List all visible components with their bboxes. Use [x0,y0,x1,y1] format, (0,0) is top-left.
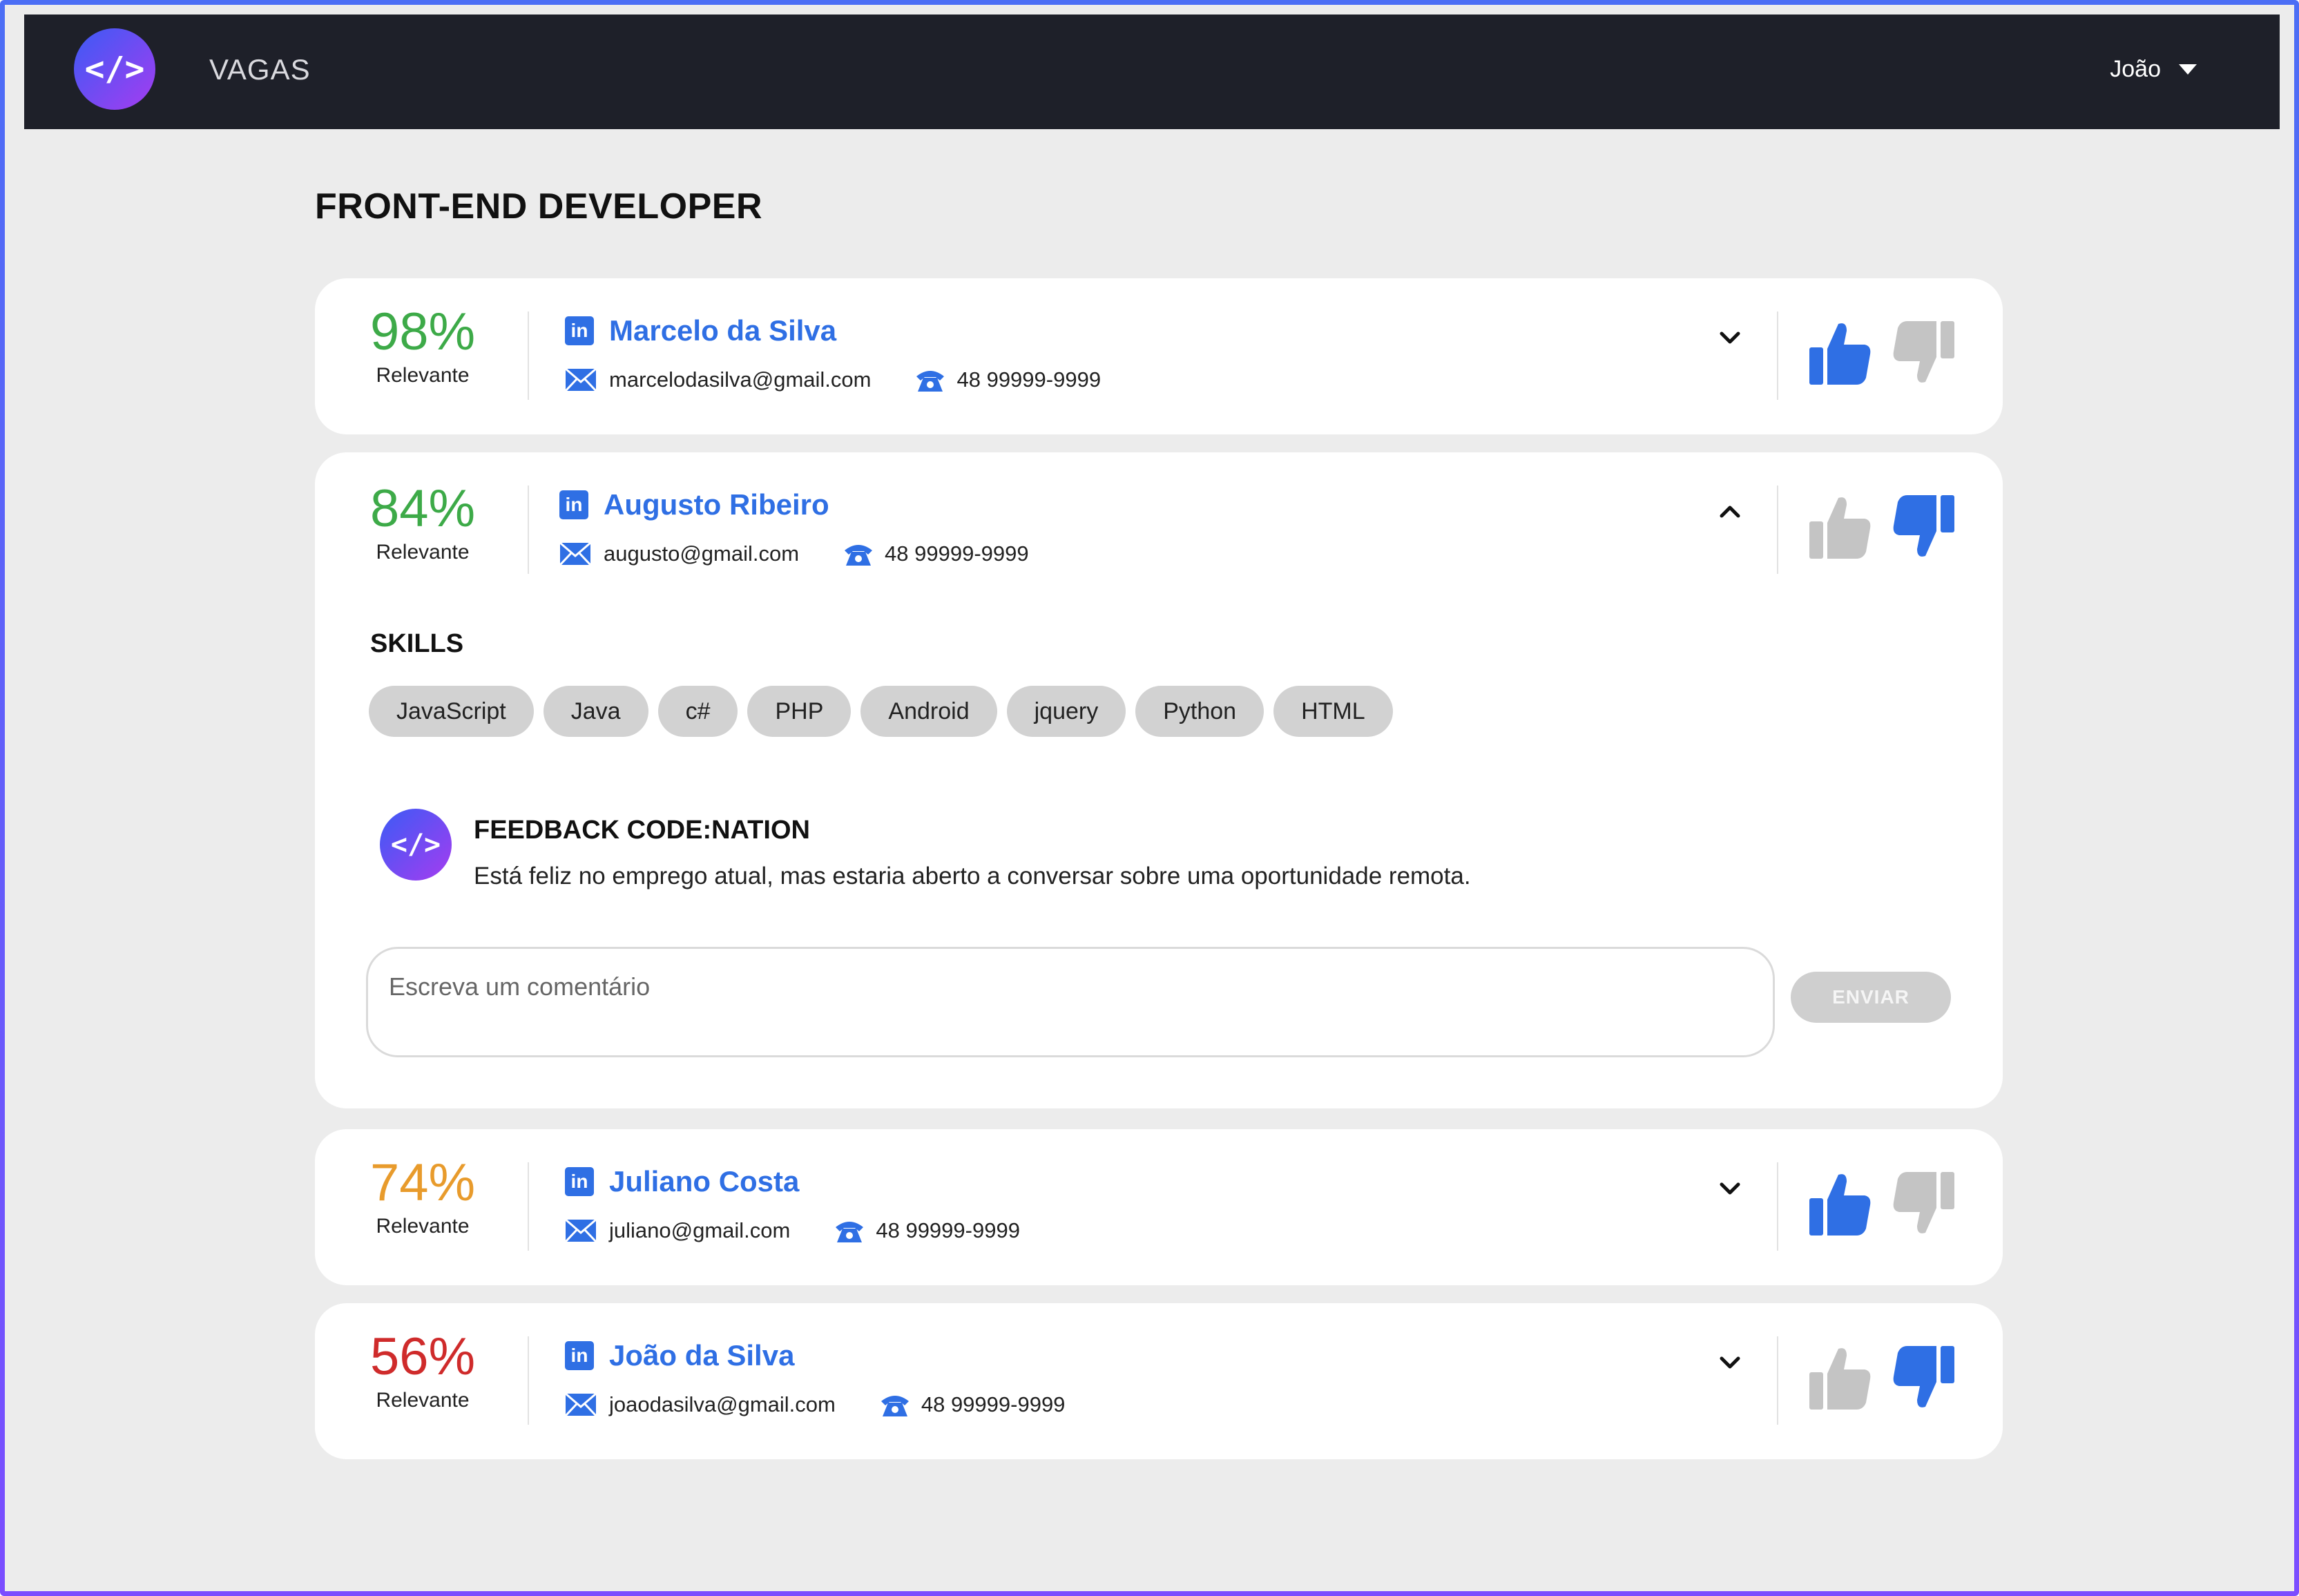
mail-icon [559,542,591,566]
mail-icon [565,1393,597,1416]
candidate-name[interactable]: Augusto Ribeiro [604,488,829,521]
divider [528,1336,529,1425]
page-title: FRONT-END DEVELOPER [315,186,762,227]
candidate-phone[interactable]: 48 99999-9999 [876,1218,1020,1243]
candidate-email[interactable]: juliano@gmail.com [609,1218,790,1243]
linkedin-icon[interactable]: in [559,490,588,519]
skill-chip: JavaScript [369,686,534,737]
divider [1777,1162,1778,1251]
codenation-logo: </> [380,809,452,881]
candidate-contacts: augusto@gmail.com 48 99999-9999 [559,541,1029,567]
candidate-email[interactable]: augusto@gmail.com [604,541,799,566]
relevance-percent: 74% [369,1153,476,1212]
relevance-score: 56% Relevante [367,1329,478,1412]
user-menu[interactable]: João [2110,56,2197,83]
thumbs-down-icon[interactable] [1892,320,1956,386]
candidate-contacts: marcelodasilva@gmail.com 48 99999-9999 [565,367,1101,393]
relevance-label: Relevante [376,1215,470,1238]
thumbs-up-icon[interactable] [1808,1345,1872,1411]
candidate-header: in João da Silva [565,1339,794,1372]
relevance-label: Relevante [376,364,470,387]
skills-title: SKILLS [370,629,464,658]
thumbs-up-icon[interactable] [1808,320,1872,386]
thumbs-down-icon[interactable] [1892,494,1956,560]
linkedin-icon[interactable]: in [565,316,594,345]
candidate-card-expanded: 84% Relevante in Augusto Ribeiro augusto… [315,452,2003,1108]
logo[interactable]: </> [74,28,155,110]
user-name: João [2110,56,2161,82]
divider [1777,485,1778,574]
phone-icon [836,1222,864,1242]
candidate-header: in Augusto Ribeiro [559,488,829,521]
candidate-phone[interactable]: 48 99999-9999 [921,1392,1066,1417]
caret-down-icon [2179,64,2197,75]
relevance-percent: 56% [369,1327,476,1386]
chevron-down-icon[interactable] [1718,325,1742,350]
thumbs-up-icon[interactable] [1808,1171,1872,1237]
thumbs-down-icon[interactable] [1892,1171,1956,1237]
app-window: </> VAGAS João FRONT-END DEVELOPER 98% R… [0,0,2299,1596]
divider [1777,311,1778,400]
relevance-score: 98% Relevante [367,305,478,387]
candidate-phone[interactable]: 48 99999-9999 [956,367,1101,392]
candidate-card: 74% Relevante in Juliano Costa juliano@g… [315,1129,2003,1285]
candidate-name[interactable]: Juliano Costa [609,1165,799,1198]
divider [1777,1336,1778,1425]
skills-list: JavaScript Java c# PHP Android jquery Python HT… [369,686,1393,737]
feedback-text: Está feliz no emprego atual, mas estaria… [474,863,1471,890]
candidate-header: in Juliano Costa [565,1165,799,1198]
divider [528,311,529,400]
candidate-header: in Marcelo da Silva [565,314,836,347]
top-navbar: </> VAGAS João [24,15,2280,129]
nav-link-vagas[interactable]: VAGAS [209,53,311,86]
linkedin-icon[interactable]: in [565,1341,594,1370]
mail-icon [565,368,597,392]
divider [528,1162,529,1251]
linkedin-icon[interactable]: in [565,1167,594,1196]
relevance-score: 84% Relevante [367,481,478,564]
chevron-up-icon[interactable] [1718,499,1742,524]
phone-icon [845,545,873,566]
relevance-score: 74% Relevante [367,1155,478,1238]
comment-input[interactable] [366,947,1775,1057]
relevance-label: Relevante [376,1389,470,1412]
relevance-percent: 84% [369,479,476,538]
candidate-email[interactable]: marcelodasilva@gmail.com [609,367,871,392]
skill-chip: Python [1135,686,1264,737]
candidate-card: 56% Relevante in João da Silva joaodasil… [315,1303,2003,1459]
candidate-phone[interactable]: 48 99999-9999 [885,541,1029,566]
skill-chip: HTML [1273,686,1393,737]
send-button[interactable]: ENVIAR [1791,972,1951,1023]
relevance-label: Relevante [376,541,470,564]
candidate-contacts: juliano@gmail.com 48 99999-9999 [565,1218,1020,1244]
candidate-name[interactable]: João da Silva [609,1339,794,1372]
candidate-email[interactable]: joaodasilva@gmail.com [609,1392,836,1417]
chevron-down-icon[interactable] [1718,1350,1742,1375]
relevance-percent: 98% [369,302,476,361]
candidate-card: 98% Relevante in Marcelo da Silva marcel… [315,278,2003,434]
skill-chip: c# [657,686,738,737]
candidate-contacts: joaodasilva@gmail.com 48 99999-9999 [565,1392,1065,1418]
mail-icon [565,1219,597,1242]
candidate-name[interactable]: Marcelo da Silva [609,314,836,347]
chevron-down-icon[interactable] [1718,1176,1742,1201]
thumbs-up-icon[interactable] [1808,494,1872,560]
skill-chip: Java [543,686,648,737]
skill-chip: Android [860,686,997,737]
phone-icon [881,1396,909,1416]
skill-chip: jquery [1006,686,1126,737]
divider [528,485,529,574]
phone-icon [916,371,945,392]
skill-chip: PHP [747,686,852,737]
feedback-title: FEEDBACK CODE:NATION [474,816,810,845]
thumbs-down-icon[interactable] [1892,1345,1956,1411]
